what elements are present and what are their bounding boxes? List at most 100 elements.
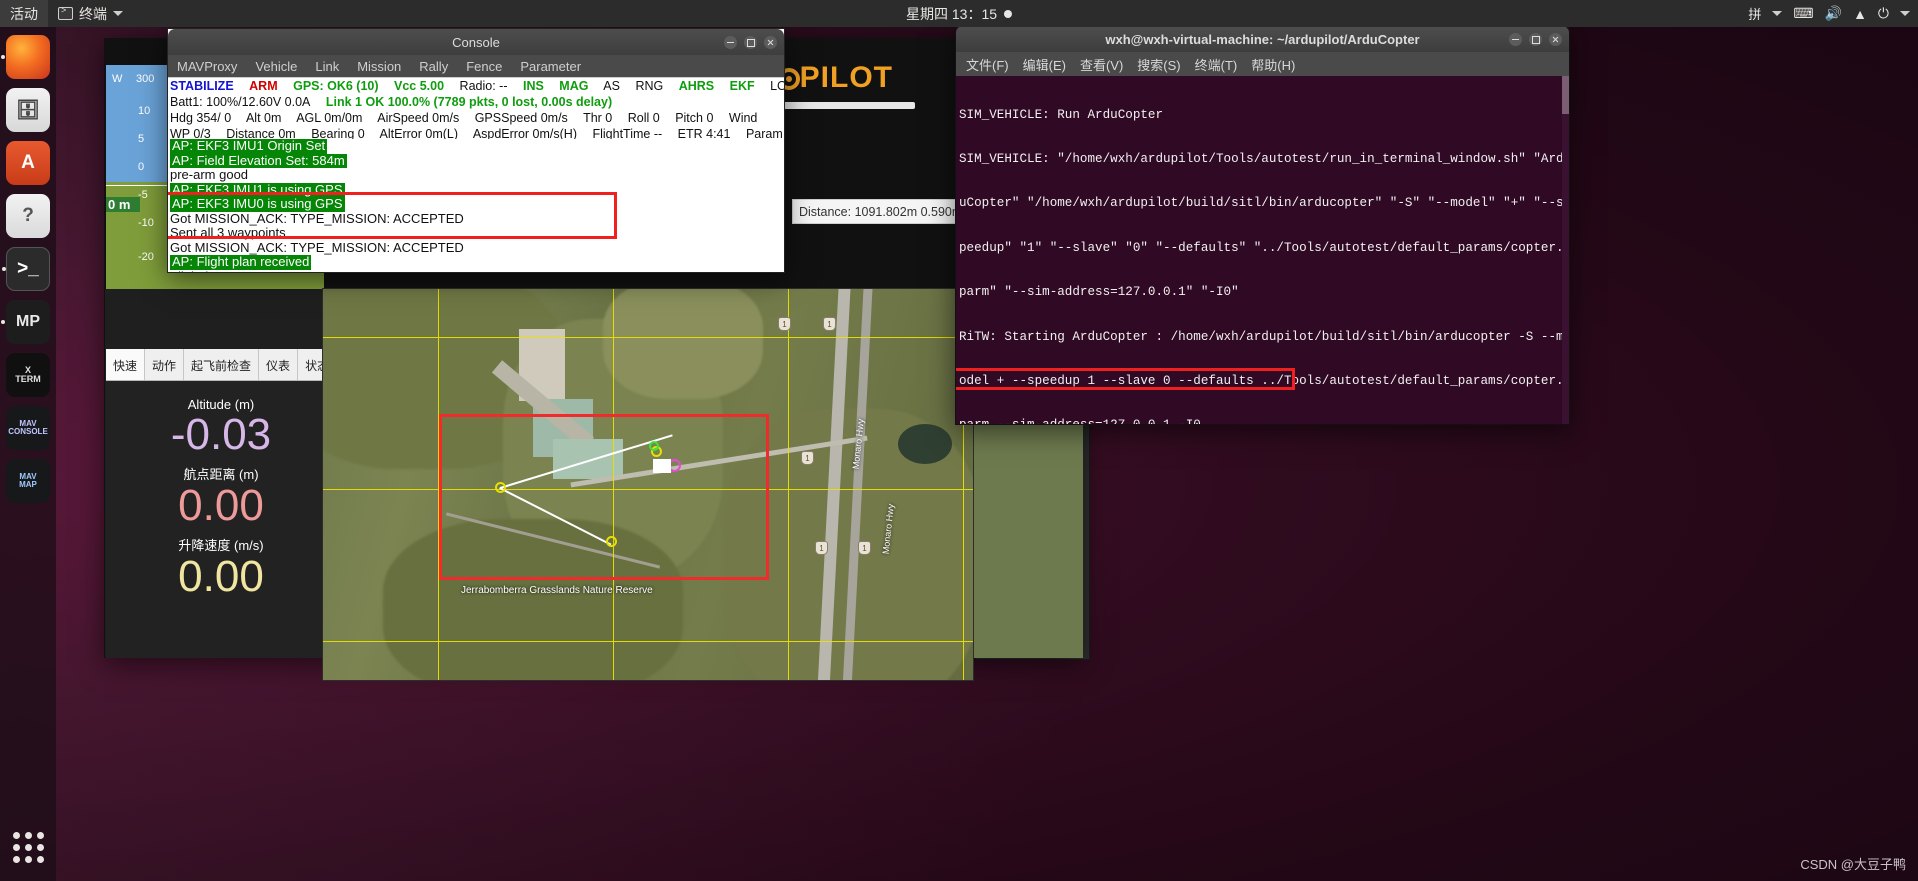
terminal-titlebar[interactable]: wxh@wxh-virtual-machine: ~/ardupilot/Ard… bbox=[956, 26, 1569, 52]
log-line: AP: Flight plan received bbox=[170, 254, 312, 270]
status-link: Link 1 OK 100.0% (7789 pkts, 0 lost, 0.0… bbox=[325, 95, 613, 109]
status-arm: ARM bbox=[249, 79, 278, 93]
menu-file[interactable]: 文件(F) bbox=[966, 55, 1009, 74]
system-tray: 拼 ⌨ 🔊 ▲ ⏻ bbox=[1748, 4, 1910, 23]
menu-mavproxy[interactable]: MAVProxy bbox=[168, 57, 246, 76]
network-icon[interactable]: ▲ bbox=[1853, 6, 1867, 22]
terminal-line: uCopter" "/home/wxh/ardupilot/build/sitl… bbox=[959, 196, 1564, 211]
chevron-down-icon[interactable] bbox=[1900, 11, 1910, 16]
mavproxy-console-window[interactable]: Console MAVProxy Vehicle Link Mission Ra… bbox=[167, 28, 785, 273]
close-button[interactable] bbox=[1549, 32, 1562, 46]
tab-gauges[interactable]: 仪表 bbox=[259, 349, 299, 380]
hud-nav-w: W bbox=[112, 73, 123, 85]
status-mag: MAG bbox=[559, 79, 589, 93]
maximize-button[interactable] bbox=[1529, 32, 1542, 46]
terminal-title: wxh@wxh-virtual-machine: ~/ardupilot/Ard… bbox=[1105, 31, 1420, 47]
tab-preflight[interactable]: 起飞前检查 bbox=[184, 349, 260, 380]
launcher-dock: 🗄 A ? >_ MP X TERM MAV CONSOLE MAV MAP bbox=[0, 27, 56, 881]
activities-button[interactable]: 活动 bbox=[0, 0, 48, 27]
console-titlebar[interactable]: Console bbox=[168, 29, 784, 55]
clock-label: 星期四 13：15 bbox=[905, 5, 998, 22]
chevron-down-icon bbox=[113, 11, 123, 16]
status-rng: RNG bbox=[635, 79, 664, 93]
dock-item-software[interactable]: A bbox=[6, 141, 50, 185]
highway-shield: 1 bbox=[801, 451, 814, 465]
status-hdg: Hdg 354/ 0 bbox=[170, 111, 232, 125]
status-wind: Wind bbox=[728, 111, 758, 125]
log-line: AP: Field Elevation Set: 584m bbox=[170, 152, 347, 168]
logo-text: PILOT bbox=[799, 61, 894, 94]
status-airspeed: AirSpeed 0m/s bbox=[377, 111, 460, 125]
menu-link[interactable]: Link bbox=[306, 57, 348, 76]
menu-view[interactable]: 查看(V) bbox=[1080, 55, 1123, 74]
hud-altitude-value: 0 m bbox=[108, 197, 131, 212]
status-gps: GPS: OK6 (10) bbox=[293, 79, 379, 93]
maximize-button[interactable] bbox=[744, 35, 757, 49]
quick-gauges-column-1: Altitude (m) -0.03 航点距离 (m) 0.00 升降速度 (m… bbox=[106, 381, 336, 658]
terminal-line: odel + --speedup 1 --slave 0 --defaults … bbox=[959, 373, 1564, 388]
keyboard-icon[interactable]: ⌨ bbox=[1793, 5, 1813, 22]
waypoint-marker[interactable] bbox=[495, 482, 506, 493]
console-title: Console bbox=[452, 34, 500, 50]
menu-edit[interactable]: 编辑(E) bbox=[1023, 55, 1066, 74]
mission-planner-tabs[interactable]: 快速 动作 起飞前检查 仪表 状态 舵机 bbox=[106, 349, 377, 381]
chevron-down-icon[interactable] bbox=[1772, 11, 1783, 16]
console-menubar[interactable]: MAVProxy Vehicle Link Mission Rally Fenc… bbox=[168, 55, 784, 78]
terminal-scrollbar[interactable] bbox=[1562, 76, 1569, 424]
dock-item-terminal[interactable]: >_ bbox=[2, 247, 50, 291]
console-status-row-1: STABILIZE ARM GPS: OK6 (10) Vcc 5.00 Rad… bbox=[168, 78, 784, 94]
close-button[interactable] bbox=[764, 35, 777, 49]
terminal-line: RiTW: Starting ArduCopter : /home/wxh/ar… bbox=[959, 329, 1564, 344]
console-status-row-3: Hdg 354/ 0 Alt 0m AGL 0m/0m AirSpeed 0m/… bbox=[168, 110, 784, 126]
status-ins: INS bbox=[522, 79, 544, 93]
ime-indicator[interactable]: 拼 bbox=[1748, 4, 1761, 23]
log-line: pre-arm good bbox=[170, 167, 249, 182]
status-vcc: Vcc 5.00 bbox=[394, 79, 445, 93]
highway-shield: 1 bbox=[778, 317, 791, 331]
minimize-button[interactable] bbox=[724, 35, 737, 49]
power-icon[interactable]: ⏻ bbox=[1878, 5, 1889, 22]
terminal-line: parm" "--sim-address=127.0.0.1" "-I0" bbox=[959, 285, 1239, 300]
highway-shield: 1 bbox=[823, 317, 836, 331]
minimize-button[interactable] bbox=[1509, 32, 1522, 46]
menu-rally[interactable]: Rally bbox=[410, 57, 457, 76]
mavproxy-map-window[interactable]: 1 1 1 1 1 Monaro Hwy Monaro Hwy Jerrabom… bbox=[322, 288, 974, 681]
tab-actions[interactable]: 动作 bbox=[145, 349, 185, 380]
gnome-terminal-window[interactable]: wxh@wxh-virtual-machine: ~/ardupilot/Ard… bbox=[955, 25, 1570, 425]
menu-terminal[interactable]: 终端(T) bbox=[1195, 55, 1238, 74]
window-controls bbox=[1509, 26, 1562, 52]
dock-item-mav-console[interactable]: MAV CONSOLE bbox=[6, 406, 50, 450]
log-line: Sent all 3 waypoints bbox=[170, 225, 286, 240]
terminal-line: SIM_VEHICLE: "/home/wxh/ardupilot/Tools/… bbox=[959, 151, 1564, 166]
gauge-value-altitude: -0.03 bbox=[170, 410, 272, 459]
menu-fence[interactable]: Fence bbox=[457, 57, 511, 76]
terminal-output[interactable]: SIM_VEHICLE: Run ArduCopter SIM_VEHICLE:… bbox=[956, 76, 1569, 424]
dock-item-firefox[interactable] bbox=[1, 35, 50, 79]
status-ahrs: AHRS bbox=[678, 79, 715, 93]
system-top-bar: 活动 终端 星期四 13：15 拼 ⌨ 🔊 ▲ ⏻ bbox=[0, 0, 1918, 27]
menu-parameter[interactable]: Parameter bbox=[511, 57, 590, 76]
waypoint-marker[interactable] bbox=[606, 536, 617, 547]
clock[interactable]: 星期四 13：15 bbox=[905, 4, 1013, 24]
highway-shield: 1 bbox=[858, 541, 871, 555]
dock-item-xterm[interactable]: X TERM bbox=[6, 353, 50, 397]
watermark: CSDN @大豆子鸭 bbox=[1800, 857, 1906, 872]
terminal-menubar[interactable]: 文件(F) 编辑(E) 查看(V) 搜索(S) 终端(T) 帮助(H) bbox=[956, 52, 1569, 76]
status-pitch: Pitch 0 bbox=[675, 111, 714, 125]
console-log-area[interactable]: AP: EKF3 IMU1 Origin Set AP: Field Eleva… bbox=[168, 139, 784, 272]
status-mode: STABILIZE bbox=[170, 79, 234, 93]
tab-quick[interactable]: 快速 bbox=[106, 349, 146, 380]
dock-item-help[interactable]: ? bbox=[6, 194, 50, 238]
show-applications-button[interactable] bbox=[6, 825, 50, 869]
log-line: AP: EKF3 IMU1 is using GPS bbox=[170, 181, 345, 197]
app-menu-terminal[interactable]: 终端 bbox=[48, 0, 133, 27]
dock-item-files[interactable]: 🗄 bbox=[6, 88, 50, 132]
volume-icon[interactable]: 🔊 bbox=[1825, 5, 1842, 22]
menu-vehicle[interactable]: Vehicle bbox=[246, 57, 306, 76]
menu-help[interactable]: 帮助(H) bbox=[1251, 55, 1295, 74]
dock-item-mission-planner[interactable]: MP bbox=[1, 300, 50, 344]
menu-mission[interactable]: Mission bbox=[348, 57, 410, 76]
menu-search[interactable]: 搜索(S) bbox=[1137, 55, 1180, 74]
dock-item-mav-map[interactable]: MAV MAP bbox=[6, 459, 50, 503]
status-radio: Radio: -- bbox=[459, 79, 508, 93]
